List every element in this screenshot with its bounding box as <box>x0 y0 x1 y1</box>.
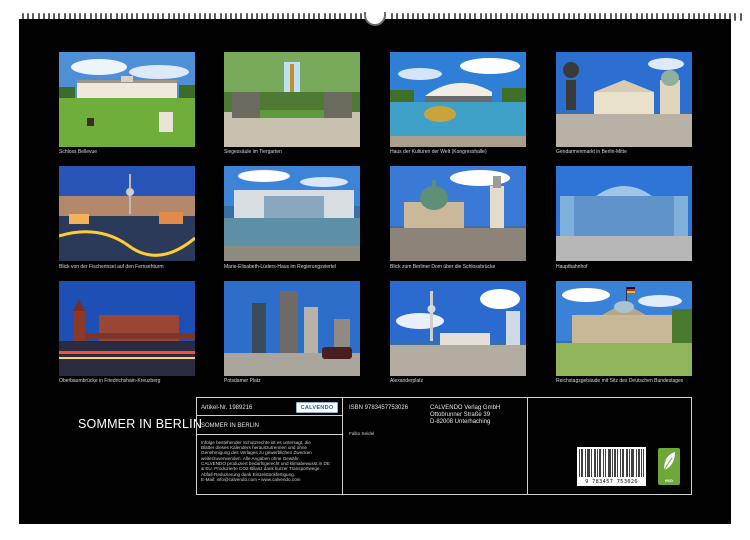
barcode-bar <box>626 449 627 477</box>
divider <box>527 398 528 494</box>
imprint-box: Artikel-Nr. 1989216 CALVENDO SOMMER IN B… <box>196 397 692 495</box>
barcode-bar <box>582 449 583 477</box>
barcode-bar <box>627 449 628 477</box>
barcode-bar <box>612 449 613 477</box>
barcode-bar <box>597 449 598 477</box>
barcode-bars <box>579 449 644 477</box>
photo-tile <box>556 52 692 147</box>
photo-tile <box>556 281 692 376</box>
publisher-line: Ottobrunner Straße 39 <box>430 412 491 418</box>
photo-caption: Potsdamer Platz <box>224 378 261 384</box>
barcode-bar <box>585 449 586 477</box>
barcode-bar <box>623 449 624 477</box>
photo-tile <box>59 281 195 376</box>
calvendo-logo-text: CALVENDO <box>300 404 334 411</box>
barcode-bar <box>609 449 610 477</box>
photo-tile <box>224 166 360 261</box>
barcode-bar <box>587 449 588 477</box>
photo-illustration <box>224 166 360 261</box>
eco-badge: eco <box>658 448 680 485</box>
barcode-bar <box>638 449 639 477</box>
barcode-bar <box>605 449 606 477</box>
photo-illustration <box>390 166 526 261</box>
photo-tile <box>59 52 195 147</box>
photo-illustration <box>390 281 526 376</box>
photo-caption: Hauptbahnhof <box>556 264 588 270</box>
legal-line: E-Mail: info@calvendo.com • www.calvendo… <box>201 477 301 482</box>
barcode-bar <box>632 449 633 477</box>
photo-tile <box>224 281 360 376</box>
photo-illustration <box>59 52 195 147</box>
leaf-icon <box>663 452 675 471</box>
photo-caption: Oberbaumbrücke in Friedrichshain-Kreuzbe… <box>59 378 161 384</box>
publisher-line: CALVENDO Verlag GmbH <box>430 405 501 411</box>
barcode-bar <box>622 449 623 477</box>
photo-tile <box>390 281 526 376</box>
photo-caption: Schloss Bellevue <box>59 149 98 155</box>
photo-caption: Marie-Elisabeth-Lüders-Haus im Regierung… <box>224 264 336 270</box>
barcode-bar <box>620 449 621 477</box>
barcode-bar <box>581 449 582 477</box>
isbn-barcode: 9 783457 753026 <box>577 447 646 486</box>
barcode-bar <box>599 449 600 477</box>
author: Falko Seidel <box>349 431 375 436</box>
photo-tile <box>59 166 195 261</box>
barcode-bar <box>639 449 640 477</box>
photo-illustration <box>556 166 692 261</box>
barcode-bar <box>643 449 644 477</box>
barcode-bar <box>591 449 592 477</box>
barcode-bar <box>633 449 634 477</box>
photo-tile <box>556 166 692 261</box>
barcode-bar <box>589 449 590 477</box>
barcode-bar <box>617 449 618 477</box>
barcode-bar <box>629 449 630 477</box>
photo-illustration <box>59 281 195 376</box>
imprint-title: SOMMER IN BERLIN <box>201 423 260 429</box>
publisher-line: D-82008 Unterhaching <box>430 419 491 425</box>
barcode-bar <box>614 449 615 477</box>
photo-illustration <box>224 281 360 376</box>
barcode-bar <box>610 449 611 477</box>
barcode-bar <box>641 449 642 477</box>
photo-caption: Gendarmenmarkt in Berlin-Mitte <box>556 149 627 155</box>
barcode-bar <box>594 449 595 477</box>
article-number: Artikel-Nr. 1989216 <box>201 405 253 411</box>
photo-illustration <box>556 281 692 376</box>
barcode-bar <box>636 449 637 477</box>
photo-illustration <box>224 52 360 147</box>
divider <box>197 415 342 416</box>
photo-tile <box>224 52 360 147</box>
barcode-bar <box>595 449 596 477</box>
calendar-title: SOMMER IN BERLIN <box>78 417 203 431</box>
photo-illustration <box>556 52 692 147</box>
photo-caption: Blick von der Fischerinsel auf den Ferns… <box>59 264 164 270</box>
calvendo-logo: CALVENDO <box>296 402 338 413</box>
photo-tile <box>390 52 526 147</box>
barcode-bar <box>603 449 604 477</box>
barcode-bar <box>631 449 632 477</box>
barcode-bar <box>600 449 601 477</box>
photo-caption: Haus der Kulturen der Welt (Kongresshall… <box>390 149 487 155</box>
photo-caption: Siegessäule im Tiergarten <box>224 149 282 155</box>
barcode-bar <box>608 449 609 477</box>
legal-line: Genehmigung des Verlages zu gewerblichen… <box>201 450 312 455</box>
divider <box>342 398 343 494</box>
barcode-bar <box>579 449 580 477</box>
eco-label: eco <box>665 478 673 483</box>
binding-ring <box>739 13 742 21</box>
photo-illustration <box>390 52 526 147</box>
photo-caption: Blick zum Berliner Dom über die Schlossb… <box>390 264 496 270</box>
isbn: ISBN 9783457753026 <box>349 405 409 411</box>
divider <box>197 434 342 435</box>
legal-line: & EU. Produzierte CO2-Bilanz dank kurzer… <box>201 466 321 471</box>
photo-caption: Alexanderplatz <box>390 378 424 384</box>
barcode-bar <box>615 449 616 477</box>
barcode-number: 9 783457 753026 <box>585 479 638 485</box>
photo-caption: Reichstagsgebäude mit Sitz des Deutschen… <box>556 378 684 384</box>
photo-tile <box>390 166 526 261</box>
photo-illustration <box>59 166 195 261</box>
barcode-bar <box>588 449 589 477</box>
